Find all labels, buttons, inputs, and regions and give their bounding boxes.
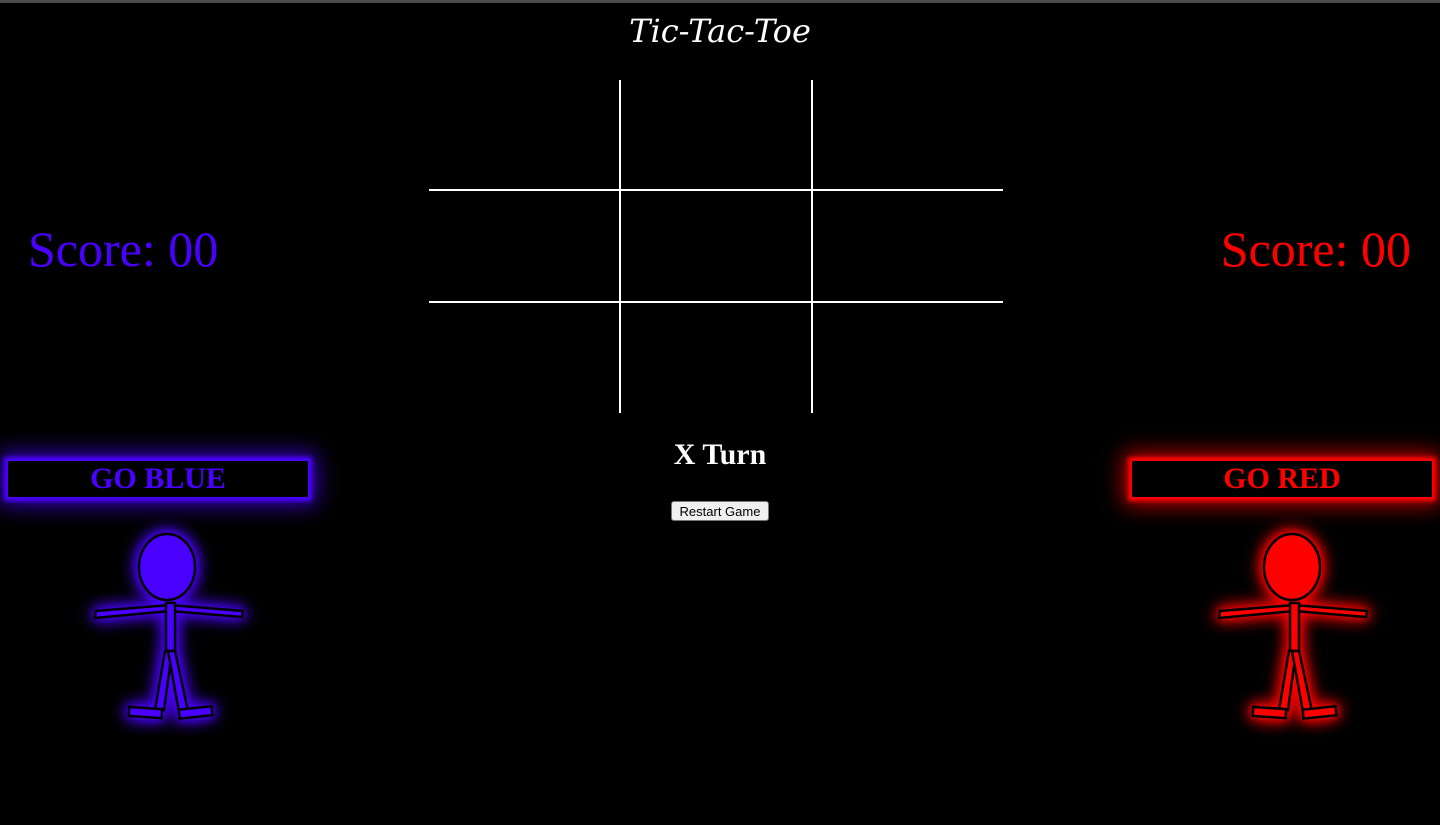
board-cell-8[interactable] [620, 302, 812, 413]
board-cell-2[interactable] [620, 80, 812, 190]
board-cell-5[interactable] [620, 190, 812, 302]
restart-button[interactable]: Restart Game [671, 501, 769, 521]
red-score: Score: 00 [1220, 221, 1411, 277]
blue-banner: GO BLUE [8, 461, 308, 497]
board-cell-4[interactable] [429, 190, 620, 302]
red-banner: GO RED [1132, 461, 1432, 497]
board-cell-3[interactable] [812, 80, 1003, 190]
blue-stick-figure-icon [93, 532, 245, 721]
board-cell-1[interactable] [429, 80, 620, 190]
board-cell-7[interactable] [429, 302, 620, 413]
blue-score: Score: 00 [28, 221, 219, 277]
red-stick-figure-icon [1217, 532, 1369, 721]
page-title: Tic-Tac-Toe [629, 12, 811, 50]
window-top-border [0, 0, 1440, 3]
board-cell-6[interactable] [812, 190, 1003, 302]
board-cell-9[interactable] [812, 302, 1003, 413]
game-board [429, 80, 1003, 413]
